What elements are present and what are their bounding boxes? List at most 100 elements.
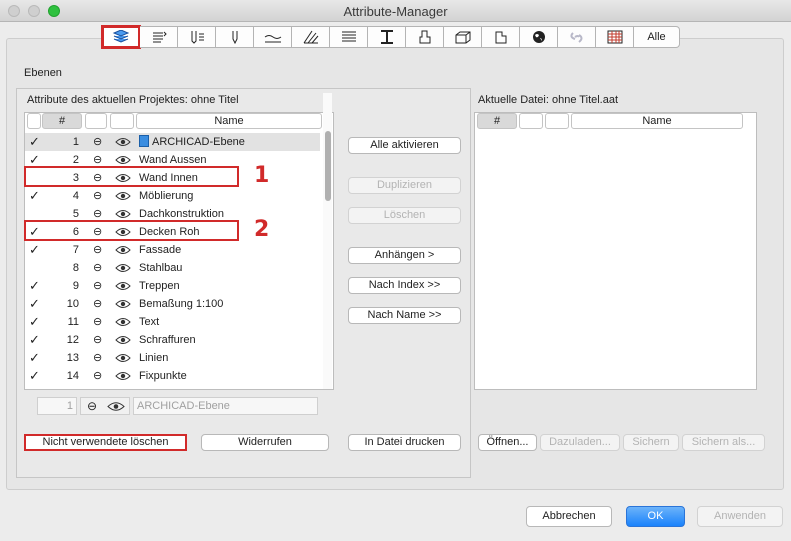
by-name-button[interactable]: Nach Name >> <box>348 307 461 324</box>
layer-name-text: HKLSE Sanitär <box>139 388 213 389</box>
surfaces-tab[interactable] <box>482 26 520 48</box>
layer-name: Linien <box>139 349 319 367</box>
column-check-header[interactable] <box>27 113 41 129</box>
table-row[interactable]: ✓ 4 ⊖ Möblierung <box>25 187 320 205</box>
table-row[interactable]: 8 ⊖ Stahlbau <box>25 259 320 277</box>
eye-icon[interactable] <box>115 259 131 277</box>
file-column-eye-header[interactable] <box>545 113 569 129</box>
column-lock-header[interactable] <box>85 113 107 129</box>
fills-tab[interactable] <box>330 26 368 48</box>
ok-button[interactable]: OK <box>626 506 685 527</box>
composites-tab[interactable] <box>444 26 482 48</box>
eye-icon[interactable] <box>115 295 131 313</box>
visibility-checkmark[interactable]: ✓ <box>29 349 41 367</box>
save-button[interactable]: Sichern <box>623 434 679 451</box>
layers-scrollbar-thumb[interactable] <box>325 131 331 201</box>
layer-icon <box>139 135 149 147</box>
layers-tab[interactable] <box>101 25 141 49</box>
lock-icon[interactable]: ⊖ <box>93 313 107 331</box>
lock-icon[interactable]: ⊖ <box>93 331 107 349</box>
append-button[interactable]: Anhängen > <box>348 247 461 264</box>
lock-icon[interactable]: ⊖ <box>93 367 107 385</box>
eye-icon[interactable] <box>115 133 131 151</box>
visibility-checkmark[interactable]: ✓ <box>29 367 41 385</box>
zones-tab[interactable] <box>254 26 292 48</box>
globe-tab[interactable] <box>520 26 558 48</box>
layer-number: 9 <box>72 280 79 292</box>
eye-icon[interactable] <box>115 331 131 349</box>
layers-scrollbar[interactable] <box>323 93 332 389</box>
layer-name: HKLSE Sanitär <box>139 385 319 389</box>
by-index-button[interactable]: Nach Index >> <box>348 277 461 294</box>
eye-icon[interactable] <box>115 367 131 385</box>
pens-tab[interactable] <box>140 26 178 48</box>
load-button[interactable]: Dazuladen... <box>540 434 620 451</box>
lock-icon[interactable]: ⊖ <box>93 385 107 389</box>
apply-button[interactable]: Anwenden <box>697 506 783 527</box>
activate-all-button[interactable]: Alle aktivieren <box>348 137 461 154</box>
lock-icon[interactable]: ⊖ <box>93 277 107 295</box>
visibility-checkmark[interactable]: ✓ <box>29 313 41 331</box>
layer-name-text: ARCHICAD-Ebene <box>152 136 245 148</box>
undo-button[interactable]: Widerrufen <box>201 434 329 451</box>
eye-icon[interactable] <box>115 385 131 390</box>
print-to-file-button[interactable]: In Datei drucken <box>348 434 461 451</box>
table-row[interactable]: ✓ 15 ⊖ HKLSE Sanitär <box>25 385 320 390</box>
layer-number: 12 <box>66 334 79 346</box>
layer-name: Text <box>139 313 319 331</box>
delete-button[interactable]: Löschen <box>348 207 461 224</box>
table-row[interactable]: ✓ 10 ⊖ Bemaßung 1:100 <box>25 295 320 313</box>
table-row[interactable]: ✓ 13 ⊖ Linien <box>25 349 320 367</box>
table-row[interactable]: ✓ 9 ⊖ Treppen <box>25 277 320 295</box>
visibility-checkmark[interactable]: ✓ <box>29 331 41 349</box>
lock-icon[interactable]: ⊖ <box>93 349 107 367</box>
eye-icon[interactable] <box>115 187 131 205</box>
visibility-checkmark[interactable]: ✓ <box>29 277 41 295</box>
link-tab[interactable] <box>558 26 596 48</box>
column-number-header[interactable]: # <box>42 113 82 129</box>
lock-icon[interactable]: ⊖ <box>87 399 97 413</box>
file-column-name-header[interactable]: Name <box>571 113 743 129</box>
table-row[interactable]: ✓ 11 ⊖ Text <box>25 313 320 331</box>
visibility-checkmark[interactable]: ✓ <box>29 187 41 205</box>
lock-icon[interactable]: ⊖ <box>93 259 107 277</box>
lock-icon[interactable]: ⊖ <box>93 187 107 205</box>
lock-icon[interactable]: ⊖ <box>93 241 107 259</box>
building-material-tab[interactable] <box>406 26 444 48</box>
duplicate-button[interactable]: Duplizieren <box>348 177 461 194</box>
all-tab[interactable]: Alle <box>634 26 680 48</box>
layer-name-text: Text <box>139 316 160 328</box>
table-row[interactable]: ✓ 1 ⊖ ARCHICAD-Ebene <box>25 133 320 151</box>
column-eye-header[interactable] <box>110 113 134 129</box>
eye-icon[interactable] <box>115 277 131 295</box>
column-name-header[interactable]: Name <box>136 113 322 129</box>
layer-name-field[interactable]: ARCHICAD-Ebene <box>133 397 318 415</box>
section-label: Ebenen <box>24 67 62 79</box>
table-row[interactable]: ✓ 14 ⊖ Fixpunkte <box>25 367 320 385</box>
eye-icon[interactable] <box>115 349 131 367</box>
hatch-tab[interactable] <box>292 26 330 48</box>
open-button[interactable]: Öffnen... <box>478 434 537 451</box>
linetypes-tab[interactable] <box>178 26 216 48</box>
visibility-checkmark[interactable] <box>29 259 41 277</box>
eye-icon[interactable] <box>115 241 131 259</box>
table-row[interactable]: ✓ 12 ⊖ Schraffuren <box>25 331 320 349</box>
file-column-number-header[interactable]: # <box>477 113 517 129</box>
delete-unused-button[interactable]: Nicht verwendete löschen <box>24 434 187 451</box>
lock-icon[interactable]: ⊖ <box>93 133 107 151</box>
layer-number-field[interactable]: 1 <box>37 397 77 415</box>
file-column-lock-header[interactable] <box>519 113 543 129</box>
visibility-checkmark[interactable]: ✓ <box>29 241 41 259</box>
eye-icon[interactable] <box>115 313 131 331</box>
profile-tab[interactable] <box>368 26 406 48</box>
visibility-checkmark[interactable]: ✓ <box>29 133 41 151</box>
pen-tool-tab[interactable] <box>216 26 254 48</box>
save-as-button[interactable]: Sichern als... <box>682 434 765 451</box>
cancel-button[interactable]: Abbrechen <box>526 506 612 527</box>
table-row[interactable]: ✓ 7 ⊖ Fassade <box>25 241 320 259</box>
eye-icon[interactable] <box>107 401 125 412</box>
visibility-checkmark[interactable]: ✓ <box>29 295 41 313</box>
visibility-checkmark[interactable]: ✓ <box>29 385 41 389</box>
grid-table-tab[interactable] <box>596 26 634 48</box>
lock-icon[interactable]: ⊖ <box>93 295 107 313</box>
